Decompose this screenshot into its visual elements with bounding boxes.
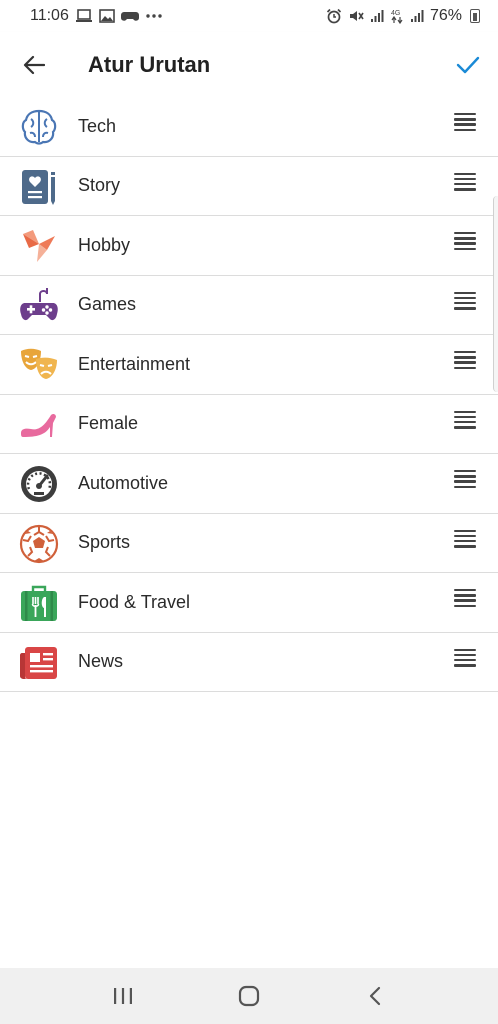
list-item-label: News [78,651,124,672]
nav-bar [0,968,498,1024]
battery-icon [470,9,480,23]
list-item-label: Games [78,294,137,315]
nav-back-button[interactable] [355,976,395,1016]
brain-icon [18,106,60,148]
app-bar: Atur Urutan [0,32,498,98]
status-time: 11:06 [30,7,69,24]
more-dots-icon [145,13,163,19]
recent-apps-button[interactable] [103,976,143,1016]
mute-icon [348,8,364,24]
speedometer-icon [18,463,60,505]
list-item[interactable]: Sports [0,513,498,573]
high-heel-icon [18,404,60,446]
check-icon [456,55,480,75]
list-item[interactable]: News [0,632,498,692]
confirm-button[interactable] [452,50,484,80]
origami-bird-icon [18,225,60,267]
alarm-icon [326,8,342,24]
category-list: Tech Story Hobby Games Entertainment Fem… [0,97,498,692]
svg-text:4G: 4G [391,10,400,17]
4g-icon: 4G [390,8,404,24]
image-icon [99,9,115,23]
page-title: Atur Urutan [88,52,211,77]
home-button[interactable] [229,976,269,1016]
drag-handle-icon[interactable] [454,351,476,369]
list-item-label: Automotive [78,472,169,493]
list-item[interactable]: Tech [0,97,498,157]
list-item-label: Story [78,175,121,196]
list-item-label: Sports [78,532,131,553]
status-right: 4G 76% [326,7,480,25]
recent-apps-icon [112,987,134,1005]
battery-percent: 76% [429,7,462,24]
drag-handle-icon[interactable] [454,113,476,131]
list-item[interactable]: Food & Travel [0,573,498,633]
scroll-indicator[interactable] [493,196,498,392]
status-left: 11:06 [30,7,163,25]
list-item[interactable]: Automotive [0,454,498,514]
back-chevron-icon [368,986,382,1006]
signal-icon [370,9,384,23]
back-button[interactable] [18,50,50,80]
list-item-label: Food & Travel [78,591,191,612]
signal-icon [410,9,424,23]
luggage-utensils-icon [18,582,60,624]
list-item[interactable]: Entertainment [0,335,498,395]
drag-handle-icon[interactable] [454,410,476,429]
drag-handle-icon[interactable] [454,648,476,667]
game-controller-icon [120,9,139,23]
status-bar: 11:06 4G 76% [0,0,498,32]
list-item[interactable]: Female [0,394,498,454]
list-item[interactable]: Hobby [0,216,498,276]
laptop-icon [75,9,93,23]
list-item[interactable]: Games [0,275,498,335]
list-item-label: Female [78,413,139,434]
newspaper-icon [18,642,60,684]
arrow-left-icon [23,55,45,75]
theater-masks-icon [18,344,60,386]
drag-handle-icon[interactable] [454,470,476,488]
drag-handle-icon[interactable] [454,291,476,310]
drag-handle-icon[interactable] [454,232,476,250]
drag-handle-icon[interactable] [454,172,476,191]
list-item-label: Hobby [78,234,131,255]
home-icon [238,985,260,1007]
list-item-label: Entertainment [78,353,191,374]
drag-handle-icon[interactable] [454,529,476,548]
list-item[interactable]: Story [0,156,498,216]
notebook-pen-icon [18,166,60,208]
gamepad-icon [18,285,60,327]
list-item-label: Tech [78,115,117,136]
drag-handle-icon[interactable] [454,589,476,607]
soccer-ball-icon [18,523,60,565]
